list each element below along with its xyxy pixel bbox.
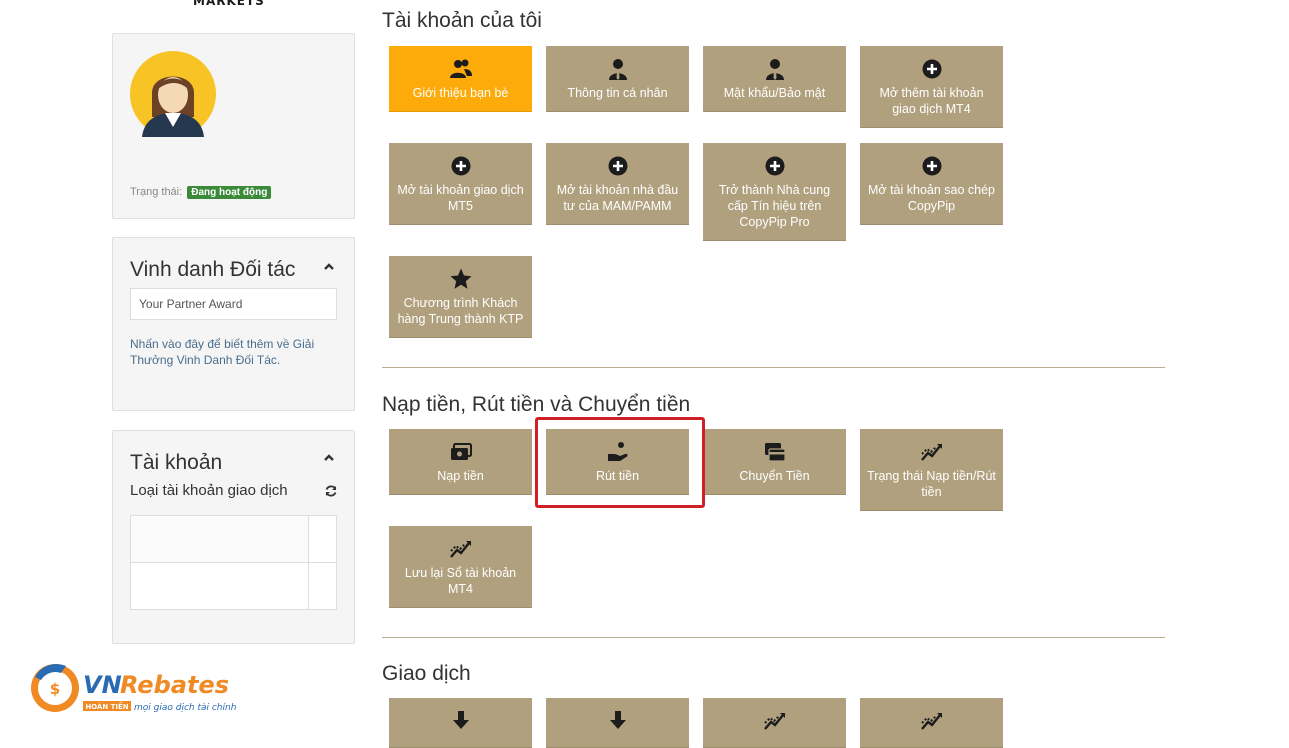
plus-circle-icon xyxy=(451,156,470,176)
divider xyxy=(308,516,309,609)
tile-label: Trở thành Nhà cung cấp Tín hiệu trên Cop… xyxy=(718,183,831,229)
account-type-label: Loại tài khoản giao dịch xyxy=(130,482,288,499)
partner-award-field[interactable]: Your Partner Award xyxy=(130,288,337,320)
chart-line-icon xyxy=(449,541,471,558)
section-divider xyxy=(382,367,1165,368)
chevron-up-icon[interactable] xyxy=(322,260,336,274)
status-line: Trạng thái: Đang hoạt động xyxy=(130,186,272,199)
plus-circle-icon xyxy=(922,59,941,79)
tile-open-mam-pamm[interactable]: Mở tài khoản nhà đầu tư của MAM/PAMM xyxy=(546,143,689,225)
deposit-icon xyxy=(450,443,472,460)
tile-label: Nạp tiền xyxy=(437,469,484,483)
tile-funds-status[interactable]: Trạng thái Nạp tiền/Rút tiền xyxy=(860,429,1003,511)
svg-text:$: $ xyxy=(50,680,60,698)
chart-line-icon xyxy=(763,713,785,730)
chevron-up-icon[interactable] xyxy=(322,451,336,465)
account-table xyxy=(130,515,337,610)
download-icon xyxy=(452,711,469,729)
tile-copypip-provider[interactable]: Trở thành Nhà cung cấp Tín hiệu trên Cop… xyxy=(703,143,846,241)
table-row[interactable] xyxy=(131,516,308,562)
tile-label: Thông tin cá nhân xyxy=(567,86,668,100)
svg-text:Rebates: Rebates xyxy=(120,671,229,699)
users-icon xyxy=(449,59,472,78)
tile-label: Mở thêm tài khoản giao dịch MT4 xyxy=(879,86,984,116)
tile-label: Mở tài khoản sao chép CopyPip xyxy=(867,183,996,213)
tile-refer-friends[interactable]: Giới thiệu bạn bè xyxy=(389,46,532,112)
refresh-icon[interactable] xyxy=(324,484,338,498)
tile-trading-2[interactable] xyxy=(546,698,689,748)
tile-label: Chương trình Khách hàng Trung thành KTP xyxy=(397,296,524,326)
download-icon xyxy=(609,711,626,729)
account-title: Tài khoản xyxy=(130,451,223,474)
section-title-funds: Nạp tiền, Rút tiền và Chuyển tiền xyxy=(382,393,691,416)
svg-text:mọi giao dịch tài chính: mọi giao dịch tài chính xyxy=(134,703,237,713)
tile-deposit[interactable]: Nạp tiền xyxy=(389,429,532,495)
tile-password-security[interactable]: Mật khẩu/Bảo mật xyxy=(703,46,846,112)
chart-line-icon xyxy=(920,713,942,730)
plus-circle-icon xyxy=(765,156,784,176)
svg-text:VN: VN xyxy=(83,671,122,699)
partner-panel: Vinh danh Đối tác Your Partner Award Nhấ… xyxy=(112,237,355,411)
tile-open-mt5[interactable]: Mở tài khoản giao dịch MT5 xyxy=(389,143,532,225)
account-panel: Tài khoản Loại tài khoản giao dịch xyxy=(112,430,355,644)
user-icon xyxy=(765,59,784,80)
avatar[interactable] xyxy=(130,51,216,137)
tile-personal-info[interactable]: Thông tin cá nhân xyxy=(546,46,689,112)
tile-label: Mật khẩu/Bảo mật xyxy=(723,86,826,100)
transfer-icon xyxy=(764,443,786,462)
user-icon xyxy=(608,59,627,80)
tile-open-mt4[interactable]: Mở thêm tài khoản giao dịch MT4 xyxy=(860,46,1003,128)
tile-label: Lưu lại Sổ tài khoản MT4 xyxy=(404,566,517,596)
section-divider xyxy=(382,637,1165,638)
tile-label: Mở tài khoản giao dịch MT5 xyxy=(397,183,524,213)
chart-line-icon xyxy=(920,444,942,461)
tile-trading-4[interactable] xyxy=(860,698,1003,748)
tile-mt4-statement[interactable]: Lưu lại Sổ tài khoản MT4 xyxy=(389,526,532,608)
star-icon xyxy=(450,268,471,289)
tile-label: Chuyển Tiền xyxy=(739,469,810,483)
status-label: Trạng thái: xyxy=(130,186,183,198)
brand-wordmark: MARKETS xyxy=(193,0,265,8)
tile-copypip-copy[interactable]: Mở tài khoản sao chép CopyPip xyxy=(860,143,1003,225)
tile-loyalty-program[interactable]: Chương trình Khách hàng Trung thành KTP xyxy=(389,256,532,338)
status-badge: Đang hoạt động xyxy=(187,186,272,199)
partner-title: Vinh danh Đối tác xyxy=(130,258,296,281)
partner-info-link[interactable]: Nhấn vào đây để biết thêm về Giải Thưởng… xyxy=(130,336,330,368)
section-title-trading: Giao dịch xyxy=(382,662,471,685)
highlight-box xyxy=(535,417,705,508)
svg-text:HOÀN TIỀN: HOÀN TIỀN xyxy=(85,701,128,711)
tile-trading-3[interactable] xyxy=(703,698,846,748)
tile-trading-1[interactable] xyxy=(389,698,532,748)
divider xyxy=(131,562,336,563)
tile-label: Trạng thái Nạp tiền/Rút tiền xyxy=(867,469,996,499)
section-title-my-account: Tài khoản của tôi xyxy=(382,9,542,32)
tile-transfer[interactable]: Chuyển Tiền xyxy=(703,429,846,495)
tile-label: Mở tài khoản nhà đầu tư của MAM/PAMM xyxy=(556,183,679,213)
plus-circle-icon xyxy=(922,156,941,176)
vnrebates-logo: $ VN Rebates HOÀN TIỀN mọi giao dịch tài… xyxy=(31,663,237,713)
plus-circle-icon xyxy=(608,156,627,176)
profile-panel: Trạng thái: Đang hoạt động xyxy=(112,33,355,219)
tile-label: Giới thiệu bạn bè xyxy=(412,86,509,100)
